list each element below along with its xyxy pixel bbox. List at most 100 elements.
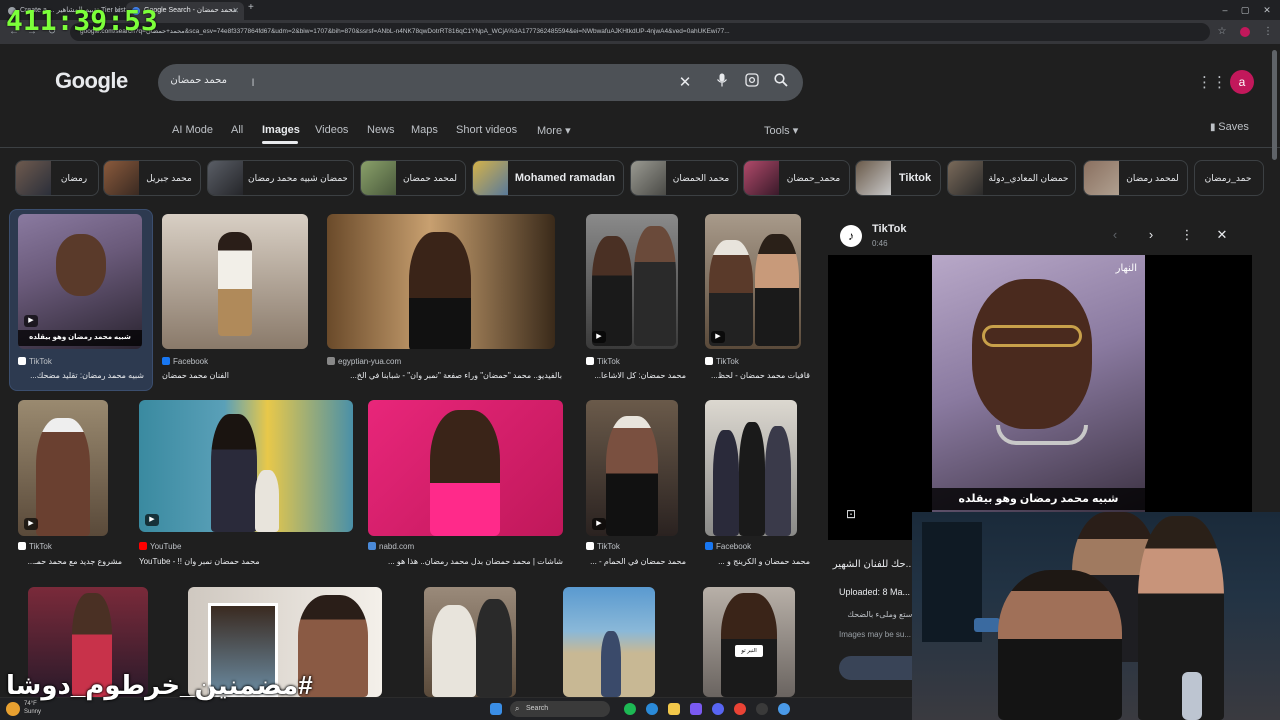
chip-thumbnail <box>1084 161 1119 195</box>
header-divider <box>0 147 1280 148</box>
result-thumbnail[interactable] <box>705 400 797 536</box>
app-icon[interactable] <box>778 703 790 715</box>
tab-ai-mode[interactable]: AI Mode <box>172 124 213 136</box>
tab-news[interactable]: News <box>367 124 395 136</box>
avatar[interactable]: a <box>1230 70 1254 94</box>
result-caption[interactable]: شبيه محمد رمضان: تقليد مضحك... <box>18 371 144 380</box>
next-icon[interactable]: › <box>1142 227 1160 242</box>
lens-camera-icon[interactable] <box>742 73 762 93</box>
result-thumbnail[interactable]: ▶ <box>705 214 801 349</box>
result-caption[interactable]: محمد حمضان: كل الاشاعا... <box>586 371 686 380</box>
chip-thumbnail <box>631 161 666 195</box>
windows-start-icon[interactable] <box>490 703 502 715</box>
result-caption[interactable]: بالفيديو.. محمد "حمضان" وراء صفعة "نمبر … <box>327 371 562 380</box>
chip-suggestion[interactable]: حمد_رمضان <box>1194 160 1264 196</box>
saves-button[interactable]: ▮ Saves <box>1210 121 1249 133</box>
result-caption[interactable]: YouTube - !! محمد حمضان نمبر وان <box>139 557 289 566</box>
preview-title[interactable]: ...حك للفنان الشهير <box>833 559 914 570</box>
url-field[interactable]: google.com/search?q=محمد+حمضان&sca_esv=7… <box>70 23 1210 41</box>
close-window-button[interactable]: ✕ <box>1256 0 1278 20</box>
preview-copyright-note: Images may be su... <box>839 630 912 639</box>
bookmark-star-icon[interactable]: ☆ <box>1214 24 1230 40</box>
result-source: TikTok <box>18 542 52 551</box>
result-thumbnail[interactable] <box>327 214 555 349</box>
chip-suggestion[interactable]: محمد_حمضان <box>743 160 850 196</box>
file-explorer-icon[interactable] <box>668 703 680 715</box>
chrome-icon[interactable] <box>734 703 746 715</box>
profile-icon[interactable] <box>1240 27 1250 37</box>
result-caption[interactable]: مشروع جديد مع محمد حمـ... <box>18 557 122 566</box>
search-icon[interactable] <box>771 73 791 93</box>
result-caption[interactable]: الفنان محمد حمضان <box>162 371 302 380</box>
result-thumbnail[interactable]: ▶ <box>586 214 678 349</box>
tab-all[interactable]: All <box>231 124 243 136</box>
tiktok-logo-icon: ♪ <box>840 225 862 247</box>
scrollbar-thumb[interactable] <box>1272 50 1277 160</box>
preview-video[interactable]: النهار شبيه محمد رمضان وهو بيقلده ⊡ <box>828 255 1252 540</box>
tab-more[interactable]: More ▾ <box>537 124 571 137</box>
spotify-icon[interactable] <box>624 703 636 715</box>
result-source: nabd.com <box>368 542 414 551</box>
search-query-text[interactable]: محمد حمضان <box>170 75 227 86</box>
chip-suggestion[interactable]: محمد الحمضان <box>630 160 738 196</box>
result-thumbnail[interactable]: ▶ <box>18 400 108 536</box>
tiktok-icon <box>586 357 594 365</box>
person-shape <box>432 605 476 697</box>
facebook-icon <box>162 357 170 365</box>
microphone-icon[interactable] <box>712 73 732 93</box>
result-thumbnail[interactable] <box>162 214 308 349</box>
chip-suggestion[interactable]: حمضان شبيه محمد رمضان <box>207 160 354 196</box>
taskbar-search[interactable]: ⌕ Search <box>510 701 610 717</box>
chip-suggestion[interactable]: Tiktok <box>855 160 941 196</box>
browser-menu-icon[interactable]: ⋮ <box>1260 24 1276 40</box>
app-icon[interactable] <box>756 703 768 715</box>
video-frame: النهار شبيه محمد رمضان وهو بيقلده <box>932 255 1145 515</box>
previous-icon[interactable]: ‹ <box>1106 227 1124 242</box>
browser-tab-bar: Create a ... تقييم المشاهير Tier List ✕ … <box>0 0 1280 20</box>
lens-search-icon[interactable]: ⊡ <box>846 507 860 521</box>
chip-suggestion[interactable]: رمضان <box>15 160 99 196</box>
result-source: YouTube <box>139 542 181 551</box>
chip-thumbnail <box>16 161 51 195</box>
result-thumbnail[interactable]: ▶ <box>139 400 353 532</box>
clear-icon[interactable]: ✕ <box>675 73 695 93</box>
edge-icon[interactable] <box>646 703 658 715</box>
google-logo[interactable]: Google <box>55 68 128 94</box>
tab-maps[interactable]: Maps <box>411 124 438 136</box>
maximize-button[interactable]: ▢ <box>1234 0 1256 20</box>
chip-suggestion[interactable]: محمد جبريل <box>103 160 201 196</box>
chip-thumbnail <box>208 161 243 195</box>
discord-icon[interactable] <box>712 703 724 715</box>
result-thumbnail <box>563 587 655 697</box>
play-icon: ▶ <box>592 331 606 343</box>
thumbnail-sticker-text: النبر تو <box>735 645 763 657</box>
tools-button[interactable]: Tools ▾ <box>764 124 798 137</box>
close-icon[interactable]: ✕ <box>1213 227 1231 243</box>
result-thumbnail[interactable] <box>368 400 563 536</box>
result-caption[interactable]: قافيات محمد حمضان - لحظ... <box>705 371 810 380</box>
chip-suggestion[interactable]: Mohamed ramadan <box>472 160 624 196</box>
app-icon[interactable] <box>690 703 702 715</box>
chip-suggestion[interactable]: لمحمد حمضان <box>360 160 466 196</box>
search-input[interactable]: محمد حمضان I ✕ <box>158 64 803 101</box>
close-tab-icon[interactable]: ✕ <box>232 2 239 20</box>
new-tab-button[interactable]: + <box>248 2 254 13</box>
result-caption[interactable]: محمد حمضان في الحمام - ... <box>586 557 686 566</box>
preview-source[interactable]: TikTok <box>872 223 906 235</box>
result-source: Facebook <box>705 542 751 551</box>
minimize-button[interactable]: – <box>1214 0 1236 20</box>
result-thumbnail[interactable]: شبيه محمد رمضان وهو بيقلده ▶ <box>18 214 142 349</box>
weather-widget[interactable]: 74°F Sunny <box>24 700 41 716</box>
chip-suggestion[interactable]: لمحمد رمضان <box>1083 160 1188 196</box>
more-options-icon[interactable]: ⋮ <box>1178 227 1196 243</box>
result-source: Facebook <box>162 357 208 366</box>
tab-short-videos[interactable]: Short videos <box>456 124 517 136</box>
preview-upload-date: Uploaded: 8 Ma... <box>839 587 911 597</box>
chip-suggestion[interactable]: حمضان المعادي_دولة <box>947 160 1076 196</box>
result-caption[interactable]: شاشات | محمد حمضان بدل محمد رمضان.. هذا … <box>368 557 563 566</box>
result-thumbnail[interactable]: ▶ <box>586 400 678 536</box>
tab-videos[interactable]: Videos <box>315 124 348 136</box>
result-caption[interactable]: محمد حمضان و الكرينج و ... <box>705 557 810 566</box>
result-source: TikTok <box>586 542 620 551</box>
tab-images[interactable]: Images <box>262 124 300 136</box>
